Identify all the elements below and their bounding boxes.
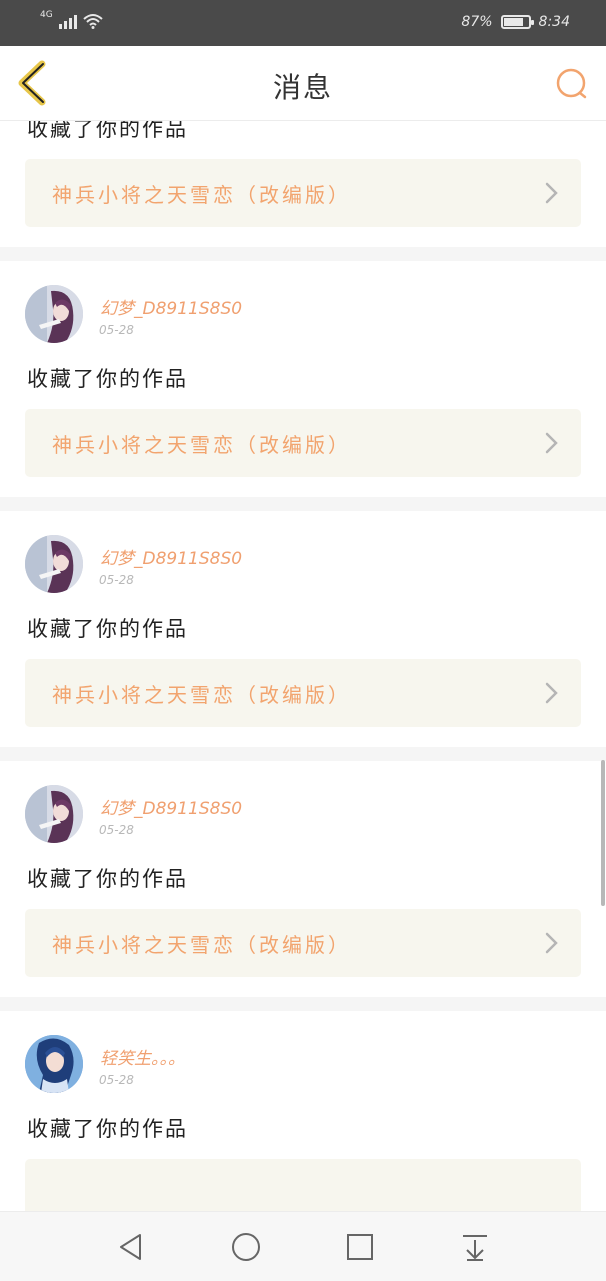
triangle-back-icon	[120, 1234, 141, 1260]
nav-recent-button[interactable]	[343, 1230, 377, 1264]
action-text: 收藏了你的作品	[27, 367, 188, 391]
action-text: 收藏了你的作品	[27, 617, 188, 641]
purple-hair-character-icon	[25, 535, 83, 593]
action-text: 收藏了你的作品	[27, 867, 188, 891]
pull-down-icon	[463, 1235, 487, 1261]
work-link[interactable]	[25, 1159, 581, 1211]
message-date: 05-28	[99, 573, 134, 587]
work-title: 神兵小将之天雪恋（改编版）	[52, 433, 351, 457]
work-title: 神兵小将之天雪恋（改编版）	[52, 683, 351, 707]
battery-icon	[500, 15, 534, 29]
clock: 8:34	[538, 14, 570, 30]
divider	[0, 747, 606, 761]
work-title: 神兵小将之天雪恋（改编版）	[52, 933, 351, 957]
network-indicators: 4G	[40, 10, 103, 29]
message-date: 05-28	[99, 823, 134, 837]
nav-back-button[interactable]	[114, 1230, 148, 1264]
work-title: 神兵小将之天雪恋（改编版）	[52, 183, 351, 207]
user-name[interactable]: 幻梦_D8911S8S0	[100, 544, 242, 569]
divider	[0, 997, 606, 1011]
action-text: 收藏了你的作品	[27, 1117, 188, 1141]
user-name[interactable]: 幻梦_D8911S8S0	[100, 294, 242, 319]
nav-home-button[interactable]	[229, 1230, 263, 1264]
chevron-right-icon	[545, 182, 558, 204]
app-header: 消息	[0, 46, 606, 121]
avatar[interactable]	[25, 785, 83, 843]
work-link[interactable]: 神兵小将之天雪恋（改编版）	[25, 659, 581, 727]
divider	[0, 247, 606, 261]
search-button[interactable]	[552, 64, 592, 104]
battery-percent: 87%	[461, 14, 493, 30]
message-list-viewport[interactable]: 05-28 收藏了你的作品 神兵小将之天雪恋（改编版） 幻	[0, 121, 606, 1211]
message-date: 05-28	[99, 1073, 134, 1087]
message-card: 幻梦_D8911S8S0 05-28 收藏了你的作品 神兵小将之天雪恋（改编版）	[0, 761, 606, 997]
blue-hair-character-icon	[25, 1035, 83, 1093]
wifi-icon	[83, 14, 103, 29]
system-nav-bar	[0, 1211, 606, 1281]
message-card: 05-28 收藏了你的作品 神兵小将之天雪恋（改编版）	[0, 121, 606, 247]
square-recent-icon	[347, 1234, 373, 1260]
avatar[interactable]	[25, 285, 83, 343]
chevron-right-icon	[545, 682, 558, 704]
signal-icon	[58, 13, 77, 29]
status-right: 87% 8:34	[461, 14, 570, 30]
action-text: 收藏了你的作品	[27, 121, 188, 141]
chevron-right-icon	[545, 932, 558, 954]
message-card: 幻梦_D8911S8S0 05-28 收藏了你的作品 神兵小将之天雪恋（改编版）	[0, 261, 606, 497]
avatar[interactable]	[25, 535, 83, 593]
work-link[interactable]: 神兵小将之天雪恋（改编版）	[25, 159, 581, 227]
nav-notifications-button[interactable]	[458, 1230, 492, 1264]
message-date: 05-28	[99, 323, 134, 337]
purple-hair-character-icon	[25, 285, 83, 343]
purple-hair-character-icon	[25, 785, 83, 843]
message-list: 05-28 收藏了你的作品 神兵小将之天雪恋（改编版） 幻	[0, 121, 606, 1211]
divider	[0, 497, 606, 511]
circle-home-icon	[232, 1233, 260, 1261]
message-card: 轻笑生。。。 05-28 收藏了你的作品	[0, 1011, 606, 1211]
message-card: 幻梦_D8911S8S0 05-28 收藏了你的作品 神兵小将之天雪恋（改编版）	[0, 511, 606, 747]
avatar[interactable]	[25, 1035, 83, 1093]
network-type: 4G	[40, 10, 53, 20]
page-title: 消息	[272, 71, 333, 104]
user-name[interactable]: 轻笑生。。。	[100, 1044, 185, 1069]
work-link[interactable]: 神兵小将之天雪恋（改编版）	[25, 909, 581, 977]
user-name[interactable]: 幻梦_D8911S8S0	[100, 794, 242, 819]
scrollbar-thumb[interactable]	[601, 760, 605, 906]
work-link[interactable]: 神兵小将之天雪恋（改编版）	[25, 409, 581, 477]
chevron-right-icon	[545, 432, 558, 454]
status-bar: 4G 87% 8:34	[0, 0, 606, 46]
search-icon	[556, 68, 587, 99]
